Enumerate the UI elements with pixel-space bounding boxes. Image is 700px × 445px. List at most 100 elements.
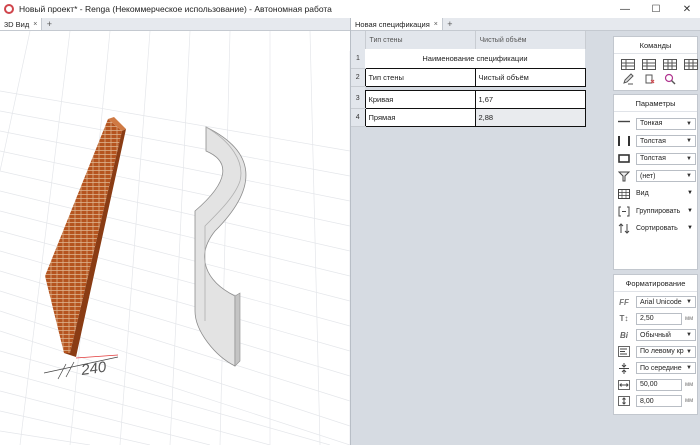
column-header-2[interactable]: Чистый объём [475, 31, 586, 49]
halign-row: По левому кр ▼ [614, 344, 697, 361]
view-label: Вид [636, 190, 649, 198]
width-input[interactable]: 50,00 [636, 378, 682, 391]
sort-row[interactable]: Сортировать ▼ [614, 220, 697, 238]
font-size-row: T↕ 2,50 мм [614, 311, 697, 328]
group-row[interactable]: Группировать ▼ [614, 203, 697, 221]
header-cell-wall-type[interactable]: Тип стены [364, 67, 476, 87]
left-tab-bar: 3D Вид × + [0, 18, 350, 31]
top-line-value: Тонкая [640, 120, 663, 128]
tab-3d-view[interactable]: 3D Вид × [0, 18, 43, 30]
tab-specification-label: Новая спецификация [355, 19, 430, 29]
font-dropdown[interactable]: Arial Unicode ▼ [636, 296, 696, 309]
sort-arrows-icon [618, 223, 630, 235]
add-tab-button[interactable]: + [443, 18, 457, 30]
halign-value: По левому кр [640, 348, 684, 356]
insert-row-below-icon[interactable] [641, 58, 657, 70]
specification-table: Тип стены Чистый объём 1 Наименование сп… [351, 31, 586, 127]
dimension-label: 240 [79, 359, 108, 380]
chevron-down-icon: ▼ [686, 348, 692, 355]
row-number[interactable]: 3 [351, 90, 365, 109]
pencil-edit-icon[interactable] [620, 73, 636, 85]
filter-dropdown[interactable]: (нет) ▼ [636, 170, 696, 183]
view-row[interactable]: Вид ▼ [614, 185, 697, 203]
font-family-icon: FF [619, 297, 629, 307]
chevron-down-icon: ▼ [686, 138, 692, 145]
frame-line-dropdown[interactable]: Толстая ▼ [636, 152, 696, 165]
formatting-panel: Форматирование FF Arial Unicode ▼ T↕ 2,50… [613, 274, 698, 415]
spec-header-row: 2 Тип стены Чистый объём [351, 67, 586, 87]
commands-grid [614, 54, 699, 89]
view-table-icon [618, 188, 630, 200]
height-input[interactable]: 8,00 [636, 395, 682, 408]
font-style-icon: Bi [620, 330, 628, 340]
valign-dropdown[interactable]: По середине ▼ [636, 362, 696, 375]
top-line-dropdown[interactable]: Тонкая ▼ [636, 117, 696, 130]
minimize-button[interactable]: — [612, 0, 638, 18]
straight-brick-wall[interactable] [45, 117, 126, 357]
cell-net-volume[interactable]: 2,88 [474, 107, 586, 127]
delete-icon[interactable] [641, 73, 657, 85]
frame-border-icon [618, 153, 630, 165]
3d-scene[interactable]: 240 [0, 31, 350, 445]
width-row: 50,00 мм [614, 377, 697, 394]
table-row: 4 Прямая 2,88 [351, 107, 586, 127]
view-menu[interactable]: Вид ▼ [636, 190, 696, 197]
parameters-panel: Параметры Тонкая ▼ Толстая ▼ Толстая ▼ (нет… [613, 94, 698, 270]
chevron-down-icon: ▼ [686, 299, 692, 306]
side-line-row: Толстая ▼ [614, 133, 697, 151]
tab-3d-view-label: 3D Вид [4, 19, 30, 29]
spec-title-cell[interactable]: Наименование спецификации [365, 49, 585, 68]
insert-row-above-icon[interactable] [620, 58, 636, 70]
column-width-icon [618, 379, 630, 391]
chevron-down-icon: ▼ [686, 155, 692, 162]
column-header-row: Тип стены Чистый объём [351, 31, 586, 49]
valign-value: По середине [640, 364, 682, 372]
halign-dropdown[interactable]: По левому кр ▼ [636, 345, 696, 358]
align-left-icon [618, 346, 630, 358]
renga-logo-icon [4, 4, 14, 14]
group-bracket-icon [618, 205, 630, 217]
font-size-input[interactable]: 2,50 [636, 312, 682, 325]
side-borders-icon [618, 135, 630, 147]
properties-sidebar: Команды Параметры Тонкая ▼ Толстая ▼ Тол… [611, 31, 700, 445]
row-number[interactable]: 4 [351, 108, 365, 127]
chevron-down-icon: ▼ [686, 120, 692, 127]
insert-column-icon[interactable] [662, 58, 678, 70]
3d-viewport[interactable]: 240 [0, 31, 350, 445]
cell-wall-type[interactable]: Прямая [364, 107, 476, 127]
font-row: FF Arial Unicode ▼ [614, 294, 697, 311]
zoom-magnifier-icon[interactable] [662, 73, 678, 85]
add-tab-button[interactable]: + [42, 18, 56, 30]
table-grid-icon[interactable] [683, 58, 699, 70]
close-window-button[interactable]: ✕ [674, 0, 700, 18]
sort-menu[interactable]: Сортировать ▼ [636, 225, 696, 232]
height-unit: мм [685, 398, 694, 405]
chevron-down-icon: ▼ [687, 190, 693, 197]
group-menu[interactable]: Группировать ▼ [636, 208, 696, 215]
corner-cell [351, 31, 366, 49]
close-tab-icon[interactable]: × [434, 21, 438, 28]
frame-line-row: Толстая ▼ [614, 150, 697, 168]
style-value: Обычный [640, 331, 671, 339]
style-dropdown[interactable]: Обычный ▼ [636, 329, 696, 342]
row-height-icon [618, 395, 630, 407]
tab-specification[interactable]: Новая спецификация × [351, 18, 443, 30]
height-row: 8,00 мм [614, 393, 697, 410]
header-cell-net-volume[interactable]: Чистый объём [474, 67, 586, 87]
row-number[interactable]: 1 [351, 49, 365, 69]
font-value: Arial Unicode [640, 298, 682, 306]
row-number[interactable]: 2 [351, 68, 365, 87]
close-tab-icon[interactable]: × [33, 21, 37, 28]
maximize-button[interactable]: ☐ [643, 0, 669, 18]
font-size-icon: T↕ [619, 314, 629, 324]
curved-wall[interactable] [194, 126, 247, 367]
cell-wall-type[interactable]: Кривая [364, 89, 476, 109]
style-row: Bi Обычный ▼ [614, 327, 697, 344]
align-middle-icon [618, 362, 630, 374]
commands-panel-title: Команды [614, 37, 697, 54]
top-line-row: Тонкая ▼ [614, 115, 697, 133]
cell-net-volume[interactable]: 1,67 [474, 89, 586, 109]
side-line-dropdown[interactable]: Толстая ▼ [636, 135, 696, 148]
font-size-unit: мм [685, 315, 694, 322]
column-header-1[interactable]: Тип стены [365, 31, 476, 49]
